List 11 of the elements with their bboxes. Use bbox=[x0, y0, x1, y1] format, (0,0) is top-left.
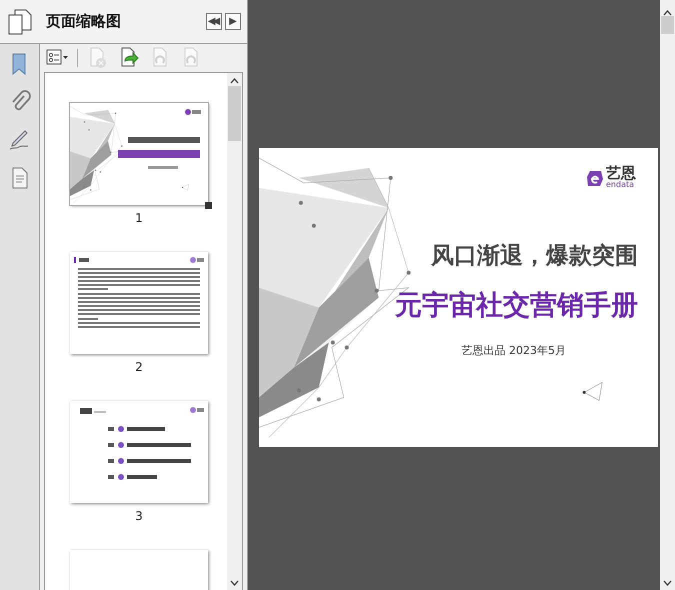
page-number: 2 bbox=[135, 360, 143, 374]
logo-subtext: endata bbox=[606, 181, 634, 189]
slide-title: 元宇宙社交营销手册 bbox=[395, 289, 638, 323]
page-number: 3 bbox=[135, 509, 143, 523]
page-number: 1 bbox=[135, 211, 143, 225]
slide-heading: 风口渐退，爆款突围 bbox=[431, 242, 638, 271]
logo-text: 艺恩 bbox=[606, 166, 636, 181]
collapse-button[interactable]: ◀◀ bbox=[206, 13, 222, 30]
slide-byline: 艺恩出品 2023年5月 bbox=[462, 343, 566, 358]
expand-button[interactable]: ▶ bbox=[225, 13, 241, 30]
panel-title: 页面缩略图 bbox=[46, 12, 122, 31]
